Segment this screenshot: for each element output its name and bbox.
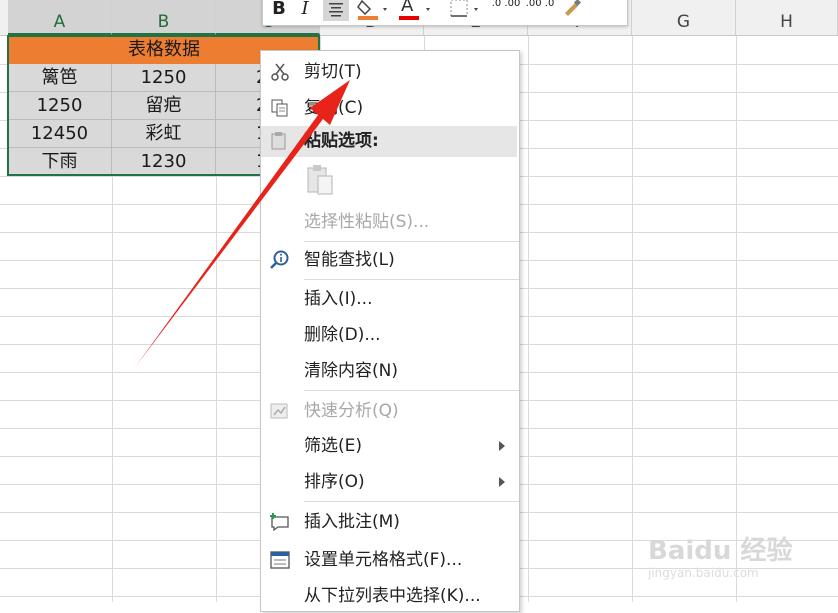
menu-label: 筛选(E): [304, 436, 363, 456]
menu-label: 从下拉列表中选择(K)...: [304, 586, 481, 606]
copy-icon: [271, 99, 288, 117]
menu-label: 快速分析(Q): [304, 401, 399, 421]
baidu-watermark: Baidu 经验: [648, 536, 793, 566]
borders-button[interactable]: [447, 0, 483, 21]
bold-button[interactable]: B: [267, 0, 291, 21]
mini-toolbar: B I A .0 .00 .00 .0: [262, 0, 628, 26]
submenu-arrow-icon: [499, 477, 505, 487]
menu-item-cut[interactable]: 剪切(T): [261, 55, 517, 89]
clipboard-icon: [271, 132, 286, 150]
menu-label: 设置单元格格式(F)...: [304, 550, 463, 570]
align-center-button[interactable]: [323, 0, 349, 21]
menu-separator: [304, 241, 519, 242]
submenu-arrow-icon: [499, 441, 505, 451]
comment-icon: [270, 513, 289, 532]
scissors-icon: [271, 63, 289, 81]
menu-item-clear-contents[interactable]: 清除内容(N): [261, 354, 517, 388]
menu-item-delete[interactable]: 删除(D)...: [261, 318, 517, 352]
menu-label: 插入(I)...: [304, 289, 373, 309]
menu-label: 排序(O): [304, 472, 365, 492]
column-header-h[interactable]: H: [736, 0, 838, 35]
increase-decimal-label: .0 .00: [491, 0, 521, 9]
menu-label: 选择性粘贴(S)...: [304, 212, 430, 232]
menu-label: 粘贴选项:: [304, 131, 379, 151]
menu-label: 插入批注(M): [304, 512, 400, 532]
borders-icon: [450, 0, 478, 17]
menu-item-insert-comment[interactable]: 插入批注(M): [261, 505, 517, 539]
format-cells-icon: [270, 551, 290, 569]
menu-item-insert[interactable]: 插入(I)...: [261, 282, 517, 316]
menu-item-copy[interactable]: 复制(C): [261, 91, 517, 125]
menu-separator: [304, 501, 519, 502]
column-header-g[interactable]: G: [632, 0, 736, 35]
menu-item-smart-lookup[interactable]: 智能查找(L): [261, 243, 517, 277]
quick-analysis-icon: [270, 403, 288, 419]
context-menu: 剪切(T) 复制(C) 粘贴选项: 选择性粘贴(S)... 智能查找(L) 插入…: [260, 50, 520, 612]
menu-label: 剪切(T): [304, 62, 362, 82]
fill-bucket-icon: [357, 0, 387, 20]
watermark-url: jingyan.baidu.com: [648, 566, 759, 580]
increase-decimal-button[interactable]: .0 .00: [491, 0, 521, 22]
font-color-bar: [399, 16, 419, 20]
menu-label: 删除(D)...: [304, 325, 381, 345]
menu-label: 复制(C): [304, 98, 364, 118]
paste-option-button[interactable]: [304, 163, 338, 197]
menu-item-paste-special[interactable]: 选择性粘贴(S)...: [261, 205, 517, 239]
menu-item-filter[interactable]: 筛选(E): [261, 429, 517, 463]
decrease-decimal-button[interactable]: .00 .0: [525, 0, 555, 22]
menu-header-paste-options: 粘贴选项:: [261, 126, 517, 157]
column-header-b[interactable]: B: [112, 0, 216, 35]
italic-button[interactable]: I: [295, 0, 315, 21]
font-color-button[interactable]: A: [397, 0, 435, 21]
paste-clipboard-icon: [307, 165, 333, 195]
menu-label: 智能查找(L): [304, 250, 395, 270]
column-header-a[interactable]: A: [8, 0, 112, 35]
menu-item-format-cells[interactable]: 设置单元格格式(F)...: [261, 543, 517, 577]
menu-item-quick-analysis[interactable]: 快速分析(Q): [261, 394, 517, 428]
menu-item-sort[interactable]: 排序(O): [261, 465, 517, 499]
menu-separator: [304, 390, 519, 391]
menu-label: 清除内容(N): [304, 361, 398, 381]
dropdown-arrow-icon: [426, 8, 430, 11]
format-painter-icon: [565, 0, 582, 16]
align-center-icon: [329, 3, 343, 17]
smart-lookup-icon: [270, 250, 289, 269]
format-painter-button[interactable]: [559, 0, 585, 21]
fill-color-button[interactable]: [355, 0, 391, 21]
menu-separator: [304, 279, 519, 280]
decrease-decimal-label: .00 .0: [525, 0, 555, 9]
menu-item-pick-from-list[interactable]: 从下拉列表中选择(K)...: [261, 579, 517, 613]
